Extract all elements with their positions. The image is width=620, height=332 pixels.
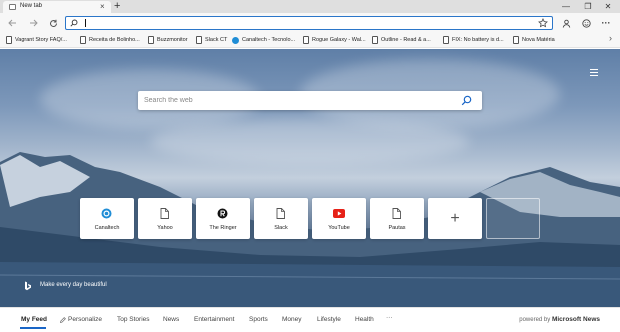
quick-link-label: The Ringer bbox=[209, 225, 237, 231]
favorite-label: Vagrant Story FAQ/... bbox=[15, 37, 67, 43]
document-icon bbox=[303, 36, 309, 44]
favorite-label: Nova Matéria bbox=[522, 37, 555, 43]
feed-tab-label: Personalize bbox=[68, 316, 102, 323]
empty-quick-link-slot bbox=[486, 198, 540, 239]
web-search-box[interactable] bbox=[138, 91, 482, 110]
feed-tab-top-stories[interactable]: Top Stories bbox=[117, 316, 150, 323]
document-icon bbox=[513, 36, 519, 44]
quick-link-label: Pautas bbox=[388, 225, 406, 231]
document-icon bbox=[372, 36, 378, 44]
add-quick-link-button[interactable]: + bbox=[428, 198, 482, 239]
tab-new-tab[interactable]: New tab × bbox=[3, 1, 111, 13]
canaltech-icon bbox=[100, 207, 113, 220]
feed-tab-sports[interactable]: Sports bbox=[249, 316, 268, 323]
search-icon bbox=[70, 19, 78, 27]
favorite-label: Rogue Galaxy - Wal... bbox=[312, 37, 366, 43]
favorite-item[interactable]: Buzzmonitor bbox=[148, 35, 188, 45]
document-icon bbox=[80, 36, 86, 44]
add-favorite-star-icon[interactable] bbox=[538, 18, 548, 28]
refresh-button[interactable] bbox=[47, 17, 59, 29]
quick-link-label: Canaltech bbox=[94, 225, 120, 231]
powered-by-text: powered by bbox=[519, 317, 551, 323]
search-icon[interactable] bbox=[461, 95, 472, 106]
ringer-icon bbox=[216, 207, 229, 220]
refresh-icon bbox=[49, 19, 57, 27]
quick-link-label: Yahoo bbox=[157, 225, 173, 231]
feed-tab-entertainment[interactable]: Entertainment bbox=[194, 316, 234, 323]
news-feed-nav: My Feed Personalize Top Stories News Ent… bbox=[0, 307, 620, 332]
feed-more-button[interactable]: ··· bbox=[386, 314, 393, 321]
close-window-button[interactable]: ✕ bbox=[598, 0, 618, 12]
document-icon bbox=[148, 36, 154, 44]
address-bar[interactable] bbox=[65, 16, 553, 30]
quick-link-tile[interactable]: Canaltech bbox=[80, 198, 134, 239]
active-tab-indicator bbox=[20, 327, 46, 329]
document-icon bbox=[274, 207, 287, 220]
profile-icon[interactable] bbox=[560, 17, 572, 29]
new-tab-button[interactable]: + bbox=[114, 0, 120, 12]
quick-link-tile[interactable]: The Ringer bbox=[196, 198, 250, 239]
minimize-button[interactable]: — bbox=[556, 0, 576, 12]
document-icon bbox=[196, 36, 202, 44]
quick-link-label: YouTube bbox=[328, 225, 350, 231]
feed-tab-personalize[interactable]: Personalize bbox=[60, 316, 102, 323]
forward-button[interactable] bbox=[27, 17, 39, 29]
favorite-label: Receita de Bolinho... bbox=[89, 37, 140, 43]
document-icon bbox=[6, 36, 12, 44]
feed-tab-money[interactable]: Money bbox=[282, 316, 302, 323]
web-search-input[interactable] bbox=[144, 94, 444, 107]
quick-link-label: Slack bbox=[274, 225, 288, 231]
favorite-label: Slack CT bbox=[205, 37, 228, 43]
image-caption[interactable]: Make every day beautiful bbox=[40, 282, 107, 288]
favorite-item[interactable]: Vagrant Story FAQ/... bbox=[6, 35, 67, 45]
favorite-item[interactable]: Nova Matéria bbox=[513, 35, 555, 45]
toolbar: ··· bbox=[0, 13, 620, 32]
document-icon bbox=[158, 207, 171, 220]
back-arrow-icon bbox=[7, 19, 16, 27]
feed-tab-health[interactable]: Health bbox=[355, 316, 374, 323]
feed-tab-lifestyle[interactable]: Lifestyle bbox=[317, 316, 341, 323]
favorite-item[interactable]: Rogue Galaxy - Wal... bbox=[303, 35, 366, 45]
favorite-item[interactable]: Slack CT bbox=[196, 35, 227, 45]
youtube-icon bbox=[332, 207, 345, 220]
favorites-bar: Vagrant Story FAQ/... Receita de Bolinho… bbox=[0, 32, 620, 48]
favorite-item[interactable]: Outline - Read & a... bbox=[372, 35, 431, 45]
document-icon bbox=[443, 36, 449, 44]
forward-arrow-icon bbox=[29, 19, 38, 27]
address-input[interactable] bbox=[84, 18, 524, 28]
document-icon bbox=[390, 207, 403, 220]
tab-strip: New tab × + — ❐ ✕ bbox=[0, 0, 620, 13]
chevron-right-icon[interactable]: › bbox=[609, 33, 612, 43]
page-icon bbox=[9, 4, 16, 10]
favorite-item[interactable]: FIX: No battery is d... bbox=[443, 35, 504, 45]
favorite-label: FIX: No battery is d... bbox=[452, 37, 504, 43]
feed-tab-news[interactable]: News bbox=[163, 316, 179, 323]
favorite-label: Buzzmonitor bbox=[157, 37, 188, 43]
feedback-smiley-icon[interactable] bbox=[580, 17, 592, 29]
more-options-icon[interactable]: ··· bbox=[600, 17, 612, 29]
quick-link-tile[interactable]: Pautas bbox=[370, 198, 424, 239]
tab-title: New tab bbox=[20, 3, 43, 9]
feed-tab-my-feed[interactable]: My Feed bbox=[21, 316, 47, 323]
favorite-label: Outline - Read & a... bbox=[381, 37, 431, 43]
back-button[interactable] bbox=[6, 17, 18, 29]
favorite-item[interactable]: Receita de Bolinho... bbox=[80, 35, 140, 45]
bing-logo-icon[interactable] bbox=[24, 281, 32, 291]
quick-link-tile[interactable]: YouTube bbox=[312, 198, 366, 239]
powered-by: powered by Microsoft News bbox=[519, 316, 600, 323]
microsoft-news-brand[interactable]: Microsoft News bbox=[552, 316, 600, 323]
favorite-label: Canaltech - Tecnolo... bbox=[242, 37, 296, 43]
page-settings-menu-icon[interactable] bbox=[590, 69, 598, 78]
quick-link-tile[interactable]: Slack bbox=[254, 198, 308, 239]
canaltech-icon bbox=[232, 36, 239, 44]
new-tab-background: Canaltech Yahoo The Ringer Slack YouTube… bbox=[0, 49, 620, 307]
favorite-item[interactable]: Canaltech - Tecnolo... bbox=[232, 35, 295, 45]
quick-link-tile[interactable]: Yahoo bbox=[138, 198, 192, 239]
tab-close-button[interactable]: × bbox=[100, 2, 105, 11]
pencil-icon bbox=[60, 316, 66, 323]
maximize-button[interactable]: ❐ bbox=[578, 0, 598, 12]
